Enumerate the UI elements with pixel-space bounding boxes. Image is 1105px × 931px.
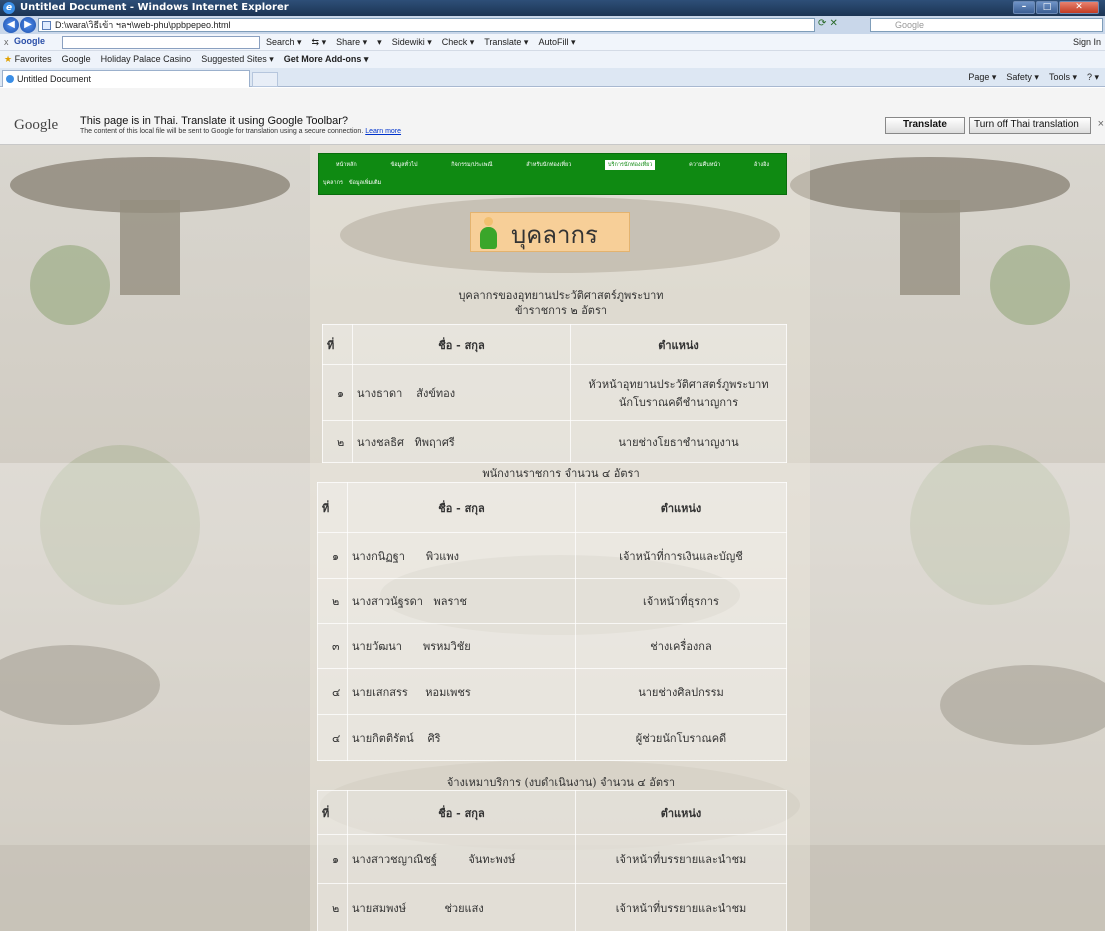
subnav-more-info[interactable]: ข้อมูลเพิ่มเติม bbox=[349, 179, 381, 187]
nav-tourist-services[interactable]: บริการนักท่องเที่ยว bbox=[605, 159, 656, 170]
close-translate-bar-icon[interactable]: × bbox=[1098, 118, 1104, 130]
close-window-button[interactable]: ✕ bbox=[1059, 1, 1099, 14]
translate-bar: Google This page is in Thai. Translate i… bbox=[0, 88, 1105, 145]
ie-logo-icon: e bbox=[3, 2, 15, 14]
translate-message: This page is in Thai. Translate it using… bbox=[80, 115, 349, 127]
refresh-stop-icons[interactable]: ⟳ ✕ bbox=[818, 18, 856, 32]
close-toolbar-icon[interactable]: x bbox=[4, 37, 9, 47]
address-text: D:\wara\วิธีเข้า ฯลฯ\web-phu\ppbpepeo.ht… bbox=[55, 20, 231, 30]
learn-more-link[interactable]: Learn more bbox=[365, 128, 401, 135]
fav-addons[interactable]: Get More Add-ons ▾ bbox=[284, 54, 369, 65]
search-input[interactable]: Google bbox=[870, 18, 1103, 32]
table-row: ๒นายสมพงษ์ ช่วยแสง เจ้าหน้าที่บรรยายและนำ… bbox=[317, 883, 787, 931]
toolbar-sidewiki[interactable]: Sidewiki ▾ bbox=[392, 37, 432, 48]
window-title-bar: e Untitled Document - Windows Internet E… bbox=[0, 0, 1105, 16]
maximize-button[interactable]: □ bbox=[1036, 1, 1058, 14]
table-header-row: ที่ ชื่อ - สกุล ตำแหน่ง bbox=[317, 482, 787, 533]
page-content: หน้าหลัก ข้อมูลทั่วไป กิจกรรม/ประเพณี สำ… bbox=[0, 145, 1105, 931]
translate-submessage: The content of this local file will be s… bbox=[80, 128, 402, 135]
nav-for-tourists[interactable]: สำหรับนักท่องเที่ยว bbox=[526, 161, 571, 169]
page-title-banner: บุคลากร bbox=[470, 212, 630, 252]
turn-off-translation-button[interactable]: Turn off Thai translation bbox=[969, 117, 1091, 134]
table-header-row: ที่ ชื่อ - สกุล ตำแหน่ง bbox=[317, 790, 787, 835]
nav-home[interactable]: หน้าหลัก bbox=[336, 161, 357, 169]
page-title: บุคลากร bbox=[511, 221, 598, 249]
help-menu[interactable]: ? ▾ bbox=[1087, 72, 1099, 83]
person-icon bbox=[478, 217, 498, 249]
toolbar-share[interactable]: Share ▾ bbox=[336, 37, 367, 48]
table-row: ๔นายกิตติรัตน์ ศิริ ผู้ช่วยนักโบราณคดี bbox=[317, 714, 787, 761]
page-icon bbox=[6, 75, 14, 83]
window-title: Untitled Document - Windows Internet Exp… bbox=[20, 2, 289, 13]
address-input[interactable]: D:\wara\วิธีเข้า ฯลฯ\web-phu\ppbpepeo.ht… bbox=[38, 18, 815, 32]
page-icon bbox=[42, 21, 51, 30]
civil-servants-table: ที่ ชื่อ - สกุล ตำแหน่ง ๑ นางธาดา สังข์ท… bbox=[322, 324, 787, 463]
back-icon[interactable]: ◀ bbox=[3, 17, 19, 33]
toolbar-search[interactable]: Search ▾ bbox=[266, 37, 302, 48]
fav-suggested[interactable]: Suggested Sites ▾ bbox=[201, 54, 274, 65]
table-row: ๒นางสาวนัฐรดา พลราช เจ้าหน้าที่ธุรการ bbox=[317, 578, 787, 624]
safety-menu[interactable]: Safety ▾ bbox=[1006, 72, 1039, 83]
tab-untitled-document[interactable]: Untitled Document bbox=[2, 70, 250, 87]
google-toolbar: x Google Search ▾ ⇆ ▾ Share ▾ ▾ Sidewiki… bbox=[0, 34, 1105, 51]
section1-subheading: ข้าราชการ ๒ อัตรา bbox=[514, 304, 608, 317]
government-employees-table: ที่ ชื่อ - สกุล ตำแหน่ง ๑นางกนิฏฐา พิวแพ… bbox=[317, 482, 787, 761]
nav-references[interactable]: อ้างอิง bbox=[754, 161, 769, 169]
tools-menu[interactable]: Tools ▾ bbox=[1049, 72, 1077, 83]
section2-heading: พนักงานราชการ จำนวน ๔ อัตรา bbox=[482, 467, 640, 480]
site-nav-menu: หน้าหลัก ข้อมูลทั่วไป กิจกรรม/ประเพณี สำ… bbox=[318, 153, 787, 195]
google-logo: Google bbox=[14, 117, 59, 133]
sign-in-link[interactable]: Sign In bbox=[1073, 37, 1101, 47]
col-no-header: ที่ bbox=[322, 324, 353, 365]
fav-casino[interactable]: Holiday Palace Casino bbox=[101, 54, 192, 65]
google-search-input[interactable] bbox=[62, 36, 260, 49]
address-bar-row: ◀ ▶ D:\wara\วิธีเข้า ฯลฯ\web-phu\ppbpepe… bbox=[0, 16, 1105, 34]
nav-progress[interactable]: ความคืบหน้า bbox=[689, 161, 720, 169]
table-header-row: ที่ ชื่อ - สกุล ตำแหน่ง bbox=[322, 324, 787, 365]
section3-heading: จ้างเหมาบริการ (งบดำเนินงาน) จำนวน ๔ อัต… bbox=[446, 776, 676, 789]
subnav-personnel[interactable]: บุคลากร bbox=[323, 179, 343, 187]
google-logo: Google bbox=[14, 36, 45, 46]
nav-activities[interactable]: กิจกรรม/ประเพณี bbox=[451, 161, 492, 169]
toolbar-misc[interactable]: ▾ bbox=[377, 37, 382, 48]
page-menu[interactable]: Page ▾ bbox=[968, 72, 996, 83]
table-row: ๔นายเสกสรร หอมเพชร นายช่างศิลปกรรม bbox=[317, 668, 787, 715]
star-icon: ★ bbox=[4, 54, 13, 64]
table-row: ๑ นางธาดา สังข์ทอง หัวหน้าอุทยานประวัติศ… bbox=[322, 364, 787, 421]
table-row: ๑นางสาวชญาณิชฐ์ จันทะพงษ์ เจ้าหน้าที่บรรย… bbox=[317, 834, 787, 884]
minimize-button[interactable]: – bbox=[1013, 1, 1035, 14]
table-row: ๑นางกนิฏฐา พิวแพง เจ้าหน้าที่การเงินและบั… bbox=[317, 532, 787, 579]
toolbar-check[interactable]: Check ▾ bbox=[442, 37, 475, 48]
table-row: ๓นายวัฒนา พรหมวิชัย ช่างเครื่องกล bbox=[317, 623, 787, 669]
favorites-bar: ★ Favorites Google Holiday Palace Casino… bbox=[0, 51, 1105, 68]
nav-general-info[interactable]: ข้อมูลทั่วไป bbox=[390, 161, 417, 169]
translate-button[interactable]: Translate bbox=[885, 117, 965, 134]
forward-icon[interactable]: ▶ bbox=[20, 17, 36, 33]
col-name-header: ชื่อ - สกุล bbox=[352, 324, 571, 365]
table-row: ๒ นางชลธิศ ทิพฤาศรี นายช่างโยธาชำนาญงาน bbox=[322, 420, 787, 463]
tab-bar: Untitled Document Page ▾ Safety ▾ Tools … bbox=[0, 68, 1105, 87]
contract-staff-table: ที่ ชื่อ - สกุล ตำแหน่ง ๑นางสาวชญาณิชฐ์ … bbox=[317, 790, 787, 931]
toolbar-translate[interactable]: Translate ▾ bbox=[484, 37, 528, 48]
toolbar-arrows[interactable]: ⇆ ▾ bbox=[312, 37, 327, 48]
favorites-button[interactable]: ★ Favorites bbox=[4, 54, 52, 65]
new-tab-button[interactable] bbox=[252, 72, 278, 87]
fav-google[interactable]: Google bbox=[62, 54, 91, 65]
col-position-header: ตำแหน่ง bbox=[570, 324, 787, 365]
toolbar-autofill[interactable]: AutoFill ▾ bbox=[538, 37, 575, 48]
